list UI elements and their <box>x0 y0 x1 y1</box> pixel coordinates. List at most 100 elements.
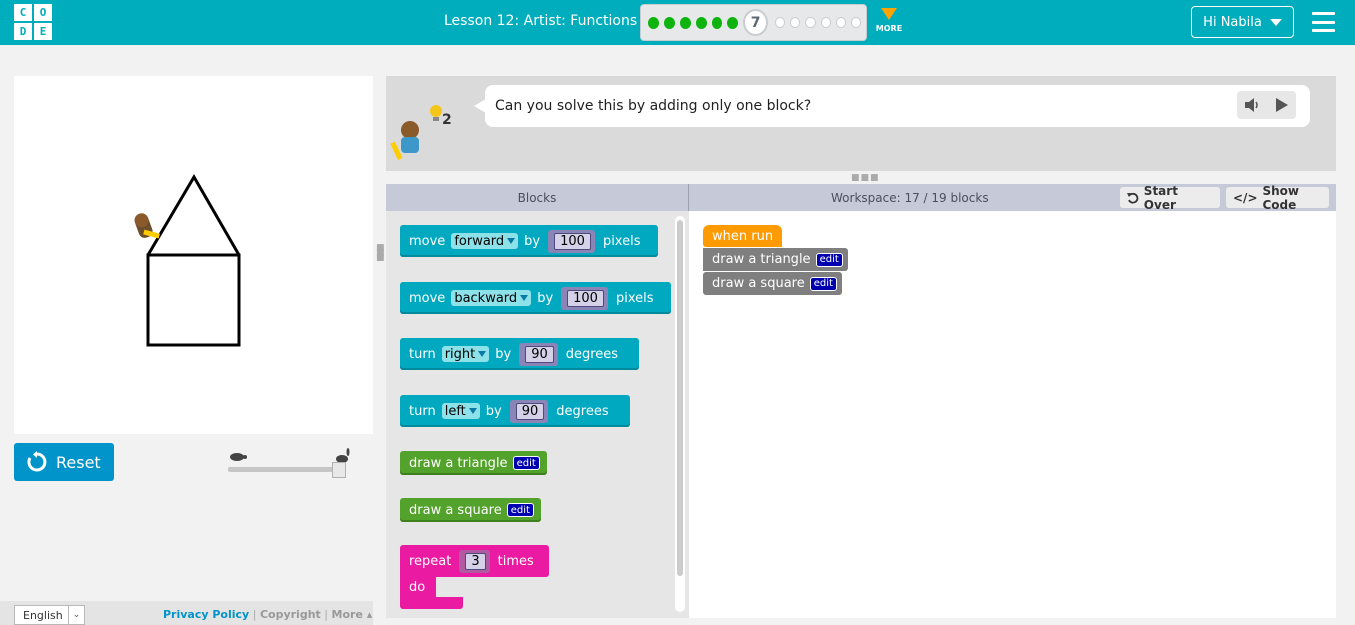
top-header: C O D E Lesson 12: Artist: Functions 7 M… <box>0 0 1355 45</box>
user-menu-button[interactable]: Hi Nabila <box>1191 6 1294 38</box>
code-logo[interactable]: C O D E <box>14 4 54 41</box>
number-input[interactable]: 100 <box>554 232 591 250</box>
toolbox-scrollbar[interactable] <box>675 216 685 612</box>
block-by: by <box>537 290 554 306</box>
start-over-button[interactable]: Start Over <box>1120 184 1220 212</box>
repeat-count-input[interactable]: 3 <box>465 552 486 570</box>
function-label: draw a triangle <box>712 252 811 267</box>
speed-slider[interactable] <box>225 448 353 480</box>
function-label: draw a triangle <box>409 455 508 471</box>
number-slot: 100 <box>561 286 608 310</box>
direction-dropdown[interactable]: left <box>441 403 480 419</box>
privacy-policy-link[interactable]: Privacy Policy <box>163 608 249 621</box>
reset-icon <box>27 451 47 472</box>
instruction-bubble: Can you solve this by adding only one bl… <box>474 85 1310 127</box>
show-code-button[interactable]: </> Show Code <box>1226 184 1329 212</box>
logo-letter-c: C <box>14 4 32 21</box>
number-slot: 100 <box>548 229 595 253</box>
function-label: draw a square <box>409 502 502 518</box>
direction-dropdown[interactable]: backward <box>451 290 532 306</box>
level-dot-current[interactable]: 7 <box>743 9 769 36</box>
more-triangle-icon <box>881 8 897 20</box>
footer: English ⌄ Privacy Policy | Copyright | M… <box>0 601 373 625</box>
repeat-label: repeat <box>409 553 452 569</box>
level-dot-13[interactable] <box>850 17 862 28</box>
resize-grip-icon[interactable]: ■■■ <box>851 173 880 183</box>
level-dot-4[interactable] <box>695 16 707 29</box>
block-by: by <box>524 233 541 249</box>
do-label: do <box>409 579 426 595</box>
level-progress-bar: 7 <box>640 4 867 41</box>
speed-slider-thumb[interactable] <box>332 462 346 478</box>
direction-dropdown[interactable]: forward <box>451 233 519 249</box>
language-select[interactable]: English ⌄ <box>14 605 85 625</box>
edit-function-button[interactable]: edit <box>512 456 540 470</box>
draw-square-function-block[interactable]: draw a square edit <box>400 498 541 522</box>
copyright-link[interactable]: Copyright <box>260 608 321 621</box>
more-levels-button[interactable]: MORE <box>874 8 904 38</box>
toolbox-title: Blocks <box>517 190 557 205</box>
when-run-block[interactable]: when run <box>703 225 782 247</box>
chevron-down-icon: ⌄ <box>68 606 84 624</box>
edit-function-button[interactable]: edit <box>809 276 837 291</box>
level-dot-5[interactable] <box>711 16 723 29</box>
function-label: draw a square <box>712 276 805 291</box>
drawing-house-image <box>134 174 241 347</box>
number-input[interactable]: 100 <box>567 289 604 307</box>
panel-splitter-handle[interactable]: ■ ■ ■ <box>376 244 385 263</box>
level-dot-1[interactable] <box>648 16 659 29</box>
level-dot-10[interactable] <box>805 17 816 28</box>
level-dot-3[interactable] <box>679 16 691 29</box>
workspace-draw-triangle-block[interactable]: draw a triangle edit <box>703 248 848 271</box>
block-verb: turn <box>409 403 436 419</box>
instruction-text: Can you solve this by adding only one bl… <box>495 98 812 114</box>
number-slot: 90 <box>509 399 549 423</box>
level-dot-6[interactable] <box>727 16 739 29</box>
level-dot-9[interactable] <box>790 17 801 28</box>
speaker-icon[interactable] <box>1244 98 1261 112</box>
number-input[interactable]: 90 <box>515 402 545 420</box>
more-label: MORE <box>875 24 903 33</box>
toolbox-scrollbar-thumb[interactable] <box>677 220 683 576</box>
edit-function-button[interactable]: edit <box>506 503 534 517</box>
play-icon[interactable] <box>1276 98 1289 112</box>
footer-links: Privacy Policy | Copyright | More ▴ <box>163 608 372 621</box>
hint-count: 2 <box>442 112 452 128</box>
move-forward-block[interactable]: move forward by 100 pixels <box>400 225 658 257</box>
start-over-label: Start Over <box>1143 183 1178 212</box>
logo-letter-e: E <box>34 23 52 40</box>
repeat-block[interactable]: repeat 3 times <box>400 545 549 577</box>
direction-dropdown[interactable]: right <box>441 346 490 362</box>
level-dot-12[interactable] <box>835 17 846 28</box>
level-dot-11[interactable] <box>820 17 831 28</box>
block-verb: turn <box>409 346 436 362</box>
edit-function-button[interactable]: edit <box>815 252 843 267</box>
turn-right-block[interactable]: turn right by 90 degrees <box>400 338 639 370</box>
instructions-panel: 2 Can you solve this by adding only one … <box>386 76 1336 171</box>
toolbox-header: Blocks <box>386 184 689 211</box>
footer-separator: | <box>324 608 329 621</box>
turn-left-block[interactable]: turn left by 90 degrees <box>400 395 630 427</box>
level-dot-8[interactable] <box>775 17 786 28</box>
speed-slider-track <box>228 467 346 472</box>
logo-letter-o: O <box>34 4 52 21</box>
block-unit: degrees <box>556 403 609 419</box>
hamburger-menu-icon[interactable] <box>1312 12 1335 32</box>
more-footer-link[interactable]: More ▴ <box>332 608 373 621</box>
reset-button[interactable]: Reset <box>14 443 114 481</box>
workspace-draw-square-block[interactable]: draw a square edit <box>703 272 842 295</box>
block-unit: pixels <box>615 290 654 306</box>
number-input[interactable]: 90 <box>525 345 554 363</box>
workspace-title: Workspace: 17 / 19 blocks <box>831 191 989 205</box>
level-dot-2[interactable] <box>663 16 675 29</box>
move-backward-block[interactable]: move backward by 100 pixels <box>400 282 671 314</box>
artist-canvas <box>14 76 373 434</box>
number-slot: 3 <box>459 549 490 573</box>
turtle-icon <box>230 453 247 461</box>
artist-avatar-icon <box>390 121 419 161</box>
draw-triangle-function-block[interactable]: draw a triangle edit <box>400 451 547 475</box>
repeat-block-bottom <box>400 597 463 609</box>
block-verb: move <box>409 233 446 249</box>
caret-down-icon <box>1269 18 1282 26</box>
language-value: English <box>23 608 63 622</box>
